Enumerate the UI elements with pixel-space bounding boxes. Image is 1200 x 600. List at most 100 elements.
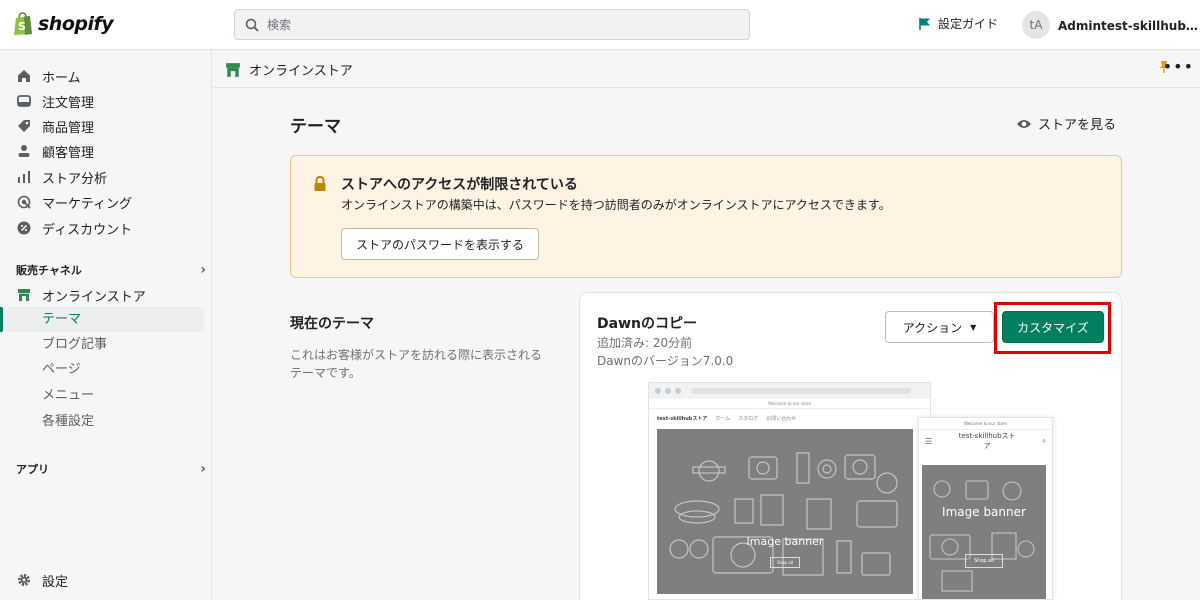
active-indicator <box>0 307 3 332</box>
preview-store-name: test-skillhubストア <box>657 415 708 422</box>
mobile-image-banner: Image banner Shop all <box>922 465 1046 599</box>
actions-dropdown[interactable]: アクション ▼ <box>885 311 994 343</box>
shopify-bag-icon: S <box>14 12 32 35</box>
menu-icon: ☰ <box>925 436 933 446</box>
home-icon <box>16 68 32 84</box>
theme-version: Dawnのバージョン7.0.0 <box>597 354 734 368</box>
preview-header: test-skillhubストア ホーム カタログ お問い合わせ <box>649 409 930 427</box>
search-icon <box>245 18 259 32</box>
sidebar-item-customers[interactable]: 顧客管理 <box>16 140 94 162</box>
search-icon: ⌕ <box>1042 436 1046 445</box>
preview-nav-item: ホーム <box>715 415 731 422</box>
sidebar-subitem-navigation[interactable]: メニュー <box>42 385 94 407</box>
preview-banner-heading: Image banner <box>746 535 824 548</box>
orders-icon <box>16 93 32 109</box>
setup-guide-button[interactable]: 設定ガイド <box>918 15 998 32</box>
sidebar-item-discounts[interactable]: ディスカウント <box>16 217 132 239</box>
search-placeholder: 検索 <box>267 18 292 32</box>
sidebar-item-orders[interactable]: 注文管理 <box>16 90 94 112</box>
actions-label: アクション <box>902 320 963 335</box>
sidebar-item-label: オンラインストア <box>42 289 146 305</box>
sidebar-item-label: マーケティング <box>42 196 132 212</box>
lock-icon <box>313 175 327 196</box>
app-subheader: オンラインストア ••• <box>213 50 1200 88</box>
active-item-background <box>6 307 204 332</box>
sidebar-item-online-store[interactable]: オンラインストア <box>16 284 146 306</box>
mobile-banner-button: Shop all <box>964 554 1003 568</box>
search-input[interactable]: 検索 <box>234 9 750 40</box>
caret-down-icon: ▼ <box>970 322 977 332</box>
sidebar-item-label: 商品管理 <box>42 120 95 136</box>
page-title: テーマ <box>290 117 341 137</box>
desktop-preview[interactable]: Welcome to our store test-skillhubストア ホー… <box>648 382 931 600</box>
top-bar: S shopify 検索 設定ガイド tA Admintest-skillhub… <box>0 0 1200 50</box>
product-sketch-image <box>929 480 1035 592</box>
preview-nav-item: お問い合わせ <box>766 415 797 422</box>
mobile-banner-heading: Image banner <box>942 505 1026 519</box>
svg-text:S: S <box>18 20 26 33</box>
sidebar-subitem-preferences[interactable]: 各種設定 <box>42 411 94 433</box>
sales-channels-label: 販売チャネル <box>16 264 82 277</box>
banner-title: ストアへのアクセスが制限されている <box>341 177 578 193</box>
sidebar-subitem-themes[interactable]: テーマ <box>42 309 81 331</box>
view-password-button[interactable]: ストアのパスワードを表示する <box>341 228 540 260</box>
sidebar-item-label: ディスカウント <box>42 222 133 238</box>
gear-icon <box>16 572 32 588</box>
avatar: tA <box>1022 11 1050 39</box>
account-menu[interactable]: tA Admintest-skillhubスト... <box>1022 11 1200 39</box>
sidebar: ホーム 注文管理 商品管理 顧客管理 ストア分析 マーケティング ディスカウント… <box>0 50 212 600</box>
tag-icon <box>16 118 32 134</box>
product-sketch-image <box>669 452 898 576</box>
more-actions-icon[interactable]: ••• <box>1163 57 1194 76</box>
chevron-right-icon: › <box>200 461 206 477</box>
sidebar-item-label: ストア分析 <box>42 171 108 187</box>
current-theme-description: これはお客様がストアを訪れる際に表示されるテーマです。 <box>290 348 543 380</box>
sales-channels-heading[interactable]: 販売チャネル › <box>16 262 206 278</box>
flag-icon <box>919 17 930 30</box>
sidebar-item-label: 設定 <box>42 574 69 590</box>
preview-banner-button: Shop all <box>769 557 800 568</box>
storefront-icon <box>16 287 32 303</box>
password-banner: ストアへのアクセスが制限されている オンラインストアの構築中は、パスワードを持つ… <box>290 155 1122 278</box>
theme-added: 追加済み: 20分前 <box>597 336 693 350</box>
person-icon <box>16 143 32 159</box>
customize-button[interactable]: カスタマイズ <box>1002 311 1104 343</box>
storefront-icon <box>226 62 240 77</box>
eye-icon <box>1017 119 1031 128</box>
sidebar-subitem-blog-posts[interactable]: ブログ記事 <box>42 334 107 356</box>
channel-title: オンラインストア <box>225 60 353 79</box>
shopify-logo[interactable]: S shopify <box>12 12 114 36</box>
apps-label: アプリ <box>16 463 49 476</box>
sidebar-item-label: 注文管理 <box>42 95 95 111</box>
channel-title-label: オンラインストア <box>249 64 353 79</box>
target-icon <box>16 194 32 210</box>
chevron-right-icon: › <box>200 262 206 278</box>
view-store-label: ストアを見る <box>1038 118 1117 133</box>
sidebar-item-label: 顧客管理 <box>42 145 95 161</box>
analytics-icon <box>16 169 32 185</box>
account-name: Admintest-skillhubスト... <box>1058 18 1200 33</box>
preview-nav-item: カタログ <box>738 415 759 422</box>
sidebar-item-label: ホーム <box>42 70 81 86</box>
sidebar-item-marketing[interactable]: マーケティング <box>16 191 132 213</box>
logo-text: shopify <box>38 13 114 35</box>
theme-name: Dawnのコピー <box>597 316 697 332</box>
preview-announcement: Welcome to our store <box>649 399 930 409</box>
mobile-store-name: test-skillhubストア <box>958 432 1016 450</box>
setup-guide-label: 設定ガイド <box>938 17 999 31</box>
sidebar-subitem-pages[interactable]: ページ <box>42 359 81 381</box>
mobile-header: ☰ test-skillhubストア ⌕ <box>919 430 1052 452</box>
banner-text: オンラインストアの構築中は、パスワードを持つ訪問者のみがオンラインストアにアクセ… <box>341 198 891 212</box>
sidebar-item-home[interactable]: ホーム <box>16 65 81 87</box>
sidebar-item-settings[interactable]: 設定 <box>16 569 68 591</box>
mobile-announcement: Welcome to our store <box>919 418 1052 430</box>
browser-bar <box>649 383 930 399</box>
discount-icon <box>16 220 32 236</box>
view-store-link[interactable]: ストアを見る <box>1016 114 1116 133</box>
sidebar-item-analytics[interactable]: ストア分析 <box>16 166 107 188</box>
apps-heading[interactable]: アプリ › <box>16 461 206 477</box>
sidebar-item-products[interactable]: 商品管理 <box>16 115 94 137</box>
mobile-preview[interactable]: Welcome to our store ☰ test-skillhubストア … <box>918 417 1053 600</box>
preview-image-banner: Image banner Shop all <box>657 429 913 594</box>
current-theme-heading: 現在のテーマ <box>290 316 374 332</box>
